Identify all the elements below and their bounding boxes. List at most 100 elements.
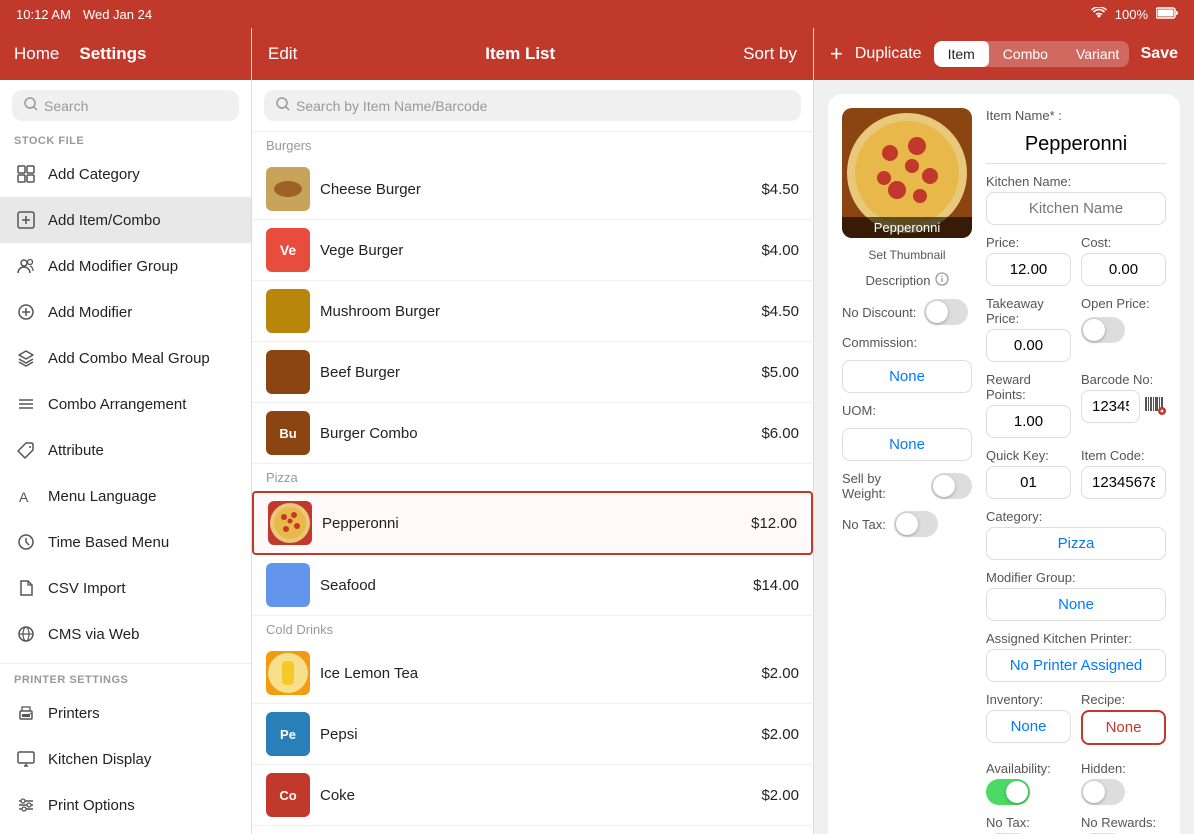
- sidebar-item-label: Print Options: [48, 797, 135, 814]
- sidebar-item-kitchen-display[interactable]: Kitchen Display: [0, 736, 251, 782]
- tab-variant[interactable]: Variant: [1062, 41, 1129, 67]
- tag-icon: [14, 438, 38, 462]
- inventory-block: Inventory: None: [986, 692, 1071, 745]
- item-thumbnail: [266, 350, 310, 394]
- quick-key-input[interactable]: [986, 466, 1071, 499]
- sidebar-item-printers[interactable]: Printers: [0, 690, 251, 736]
- wifi-icon: [1091, 7, 1107, 22]
- tab-combo[interactable]: Combo: [989, 41, 1062, 67]
- list-item[interactable]: Co Coke $2.00: [252, 765, 813, 826]
- add-button[interactable]: +: [830, 41, 843, 67]
- tab-item[interactable]: Item: [934, 41, 989, 67]
- tab-group: Item Combo Variant: [934, 41, 1129, 67]
- list-item[interactable]: Seafood $14.00: [252, 555, 813, 616]
- item-price: $6.00: [761, 425, 799, 442]
- item-search-placeholder: Search by Item Name/Barcode: [296, 98, 487, 114]
- recipe-button[interactable]: None: [1081, 710, 1166, 745]
- barcode-input[interactable]: [1081, 390, 1140, 423]
- svg-text:A: A: [19, 489, 29, 505]
- item-name: Burger Combo: [320, 425, 751, 442]
- item-name: Vege Burger: [320, 242, 751, 259]
- no-discount-toggle[interactable]: [924, 299, 968, 325]
- no-tax-toggle[interactable]: [894, 511, 938, 537]
- list-item[interactable]: Ve Vege Burger $4.00: [252, 220, 813, 281]
- item-price: $4.50: [761, 303, 799, 320]
- detail-right-column: Item Name* : Kitchen Name: Price: Co: [986, 108, 1166, 834]
- availability-toggle[interactable]: [986, 779, 1030, 805]
- barcode-block: Barcode No:: [1081, 372, 1166, 438]
- list-item[interactable]: Bu Burger Combo $6.00: [252, 403, 813, 464]
- sidebar-search-box[interactable]: Search: [12, 90, 239, 121]
- save-button[interactable]: Save: [1141, 45, 1178, 63]
- item-name: Seafood: [320, 577, 743, 594]
- takeaway-price-label: Takeaway Price:: [986, 296, 1071, 326]
- sidebar-item-menu-language[interactable]: A Menu Language: [0, 473, 251, 519]
- uom-button[interactable]: None: [842, 428, 972, 461]
- description-label: Description: [865, 273, 930, 288]
- list-item[interactable]: Pe Pepsi $2.00: [252, 704, 813, 765]
- barcode-scan-icon[interactable]: [1144, 393, 1166, 420]
- list-item[interactable]: Op Open Drink $2.00: [252, 826, 813, 834]
- item-name-input[interactable]: [986, 126, 1166, 164]
- settings-link[interactable]: Settings: [79, 44, 146, 64]
- sidebar-item-add-combo-meal-group[interactable]: Add Combo Meal Group: [0, 335, 251, 381]
- sort-by-button[interactable]: Sort by: [743, 44, 797, 64]
- sidebar-item-combo-arrangement[interactable]: Combo Arrangement: [0, 381, 251, 427]
- quickkey-itemcode-row: Quick Key: Item Code:: [986, 448, 1166, 509]
- sidebar-item-add-category[interactable]: Add Category: [0, 151, 251, 197]
- item-price: $4.00: [761, 242, 799, 259]
- sidebar-header: Home Settings: [0, 28, 251, 80]
- battery-label: 100%: [1115, 7, 1148, 22]
- sidebar-item-time-based-menu[interactable]: Time Based Menu: [0, 519, 251, 565]
- item-thumbnail: Bu: [266, 411, 310, 455]
- detail-left-column: Pepperonni Set Thumbnail Description No …: [842, 108, 972, 834]
- recipe-label: Recipe:: [1081, 692, 1166, 707]
- sidebar-item-cms-via-web[interactable]: CMS via Web: [0, 611, 251, 657]
- item-code-input[interactable]: [1081, 466, 1166, 499]
- sidebar-item-label: Menu Language: [48, 488, 156, 505]
- price-input[interactable]: [986, 253, 1071, 286]
- takeaway-price-input[interactable]: [986, 329, 1071, 362]
- inventory-button[interactable]: None: [986, 710, 1071, 743]
- list-item[interactable]: Mushroom Burger $4.50: [252, 281, 813, 342]
- kitchen-printer-block: Assigned Kitchen Printer: No Printer Ass…: [986, 631, 1166, 682]
- kitchen-printer-button[interactable]: No Printer Assigned: [986, 649, 1166, 682]
- home-link[interactable]: Home: [14, 44, 59, 64]
- duplicate-button[interactable]: Duplicate: [855, 45, 922, 63]
- detail-body: Pepperonni Set Thumbnail Description No …: [814, 80, 1194, 834]
- globe-icon: [14, 622, 38, 646]
- list-item[interactable]: Cheese Burger $4.50: [252, 159, 813, 220]
- list-item[interactable]: Ice Lemon Tea $2.00: [252, 643, 813, 704]
- items-scroll-area[interactable]: Burgers Cheese Burger $4.50 Ve Vege Burg…: [252, 132, 813, 834]
- sidebar-item-add-modifier[interactable]: Add Modifier: [0, 289, 251, 335]
- kitchen-name-input[interactable]: [986, 192, 1166, 225]
- commission-button[interactable]: None: [842, 360, 972, 393]
- list-item-pepperonni[interactable]: Pepperonni $12.00: [252, 491, 813, 555]
- sidebar-items-list: STOCK FILE Add Category Add Item/Combo A…: [0, 131, 251, 834]
- sidebar-item-csv-import[interactable]: CSV Import: [0, 565, 251, 611]
- category-button[interactable]: Pizza: [986, 527, 1166, 560]
- edit-button[interactable]: Edit: [268, 44, 297, 64]
- open-price-toggle[interactable]: [1081, 317, 1125, 343]
- item-name: Ice Lemon Tea: [320, 665, 751, 682]
- sidebar-item-label: Add Item/Combo: [48, 212, 161, 229]
- sidebar-item-add-item-combo[interactable]: Add Item/Combo: [0, 197, 251, 243]
- cost-block: Cost:: [1081, 235, 1166, 286]
- takeaway-openprice-row: Takeaway Price: Open Price:: [986, 296, 1166, 372]
- cost-input[interactable]: [1081, 253, 1166, 286]
- item-list-search-box[interactable]: Search by Item Name/Barcode: [264, 90, 801, 121]
- sidebar-item-print-options[interactable]: Print Options: [0, 782, 251, 828]
- hidden-toggle[interactable]: [1081, 779, 1125, 805]
- reward-points-input[interactable]: [986, 405, 1071, 438]
- description-row: Description: [865, 272, 948, 289]
- sidebar-item-add-modifier-group[interactable]: Add Modifier Group: [0, 243, 251, 289]
- group-pizza: Pizza: [252, 464, 813, 491]
- sell-by-weight-toggle[interactable]: [931, 473, 972, 499]
- list-item[interactable]: Beef Burger $5.00: [252, 342, 813, 403]
- people-icon: [14, 254, 38, 278]
- inventory-label: Inventory:: [986, 692, 1071, 707]
- modifier-group-button[interactable]: None: [986, 588, 1166, 621]
- sidebar-item-attribute[interactable]: Attribute: [0, 427, 251, 473]
- set-thumbnail-label[interactable]: Set Thumbnail: [868, 248, 945, 262]
- plus-circle-icon: [14, 300, 38, 324]
